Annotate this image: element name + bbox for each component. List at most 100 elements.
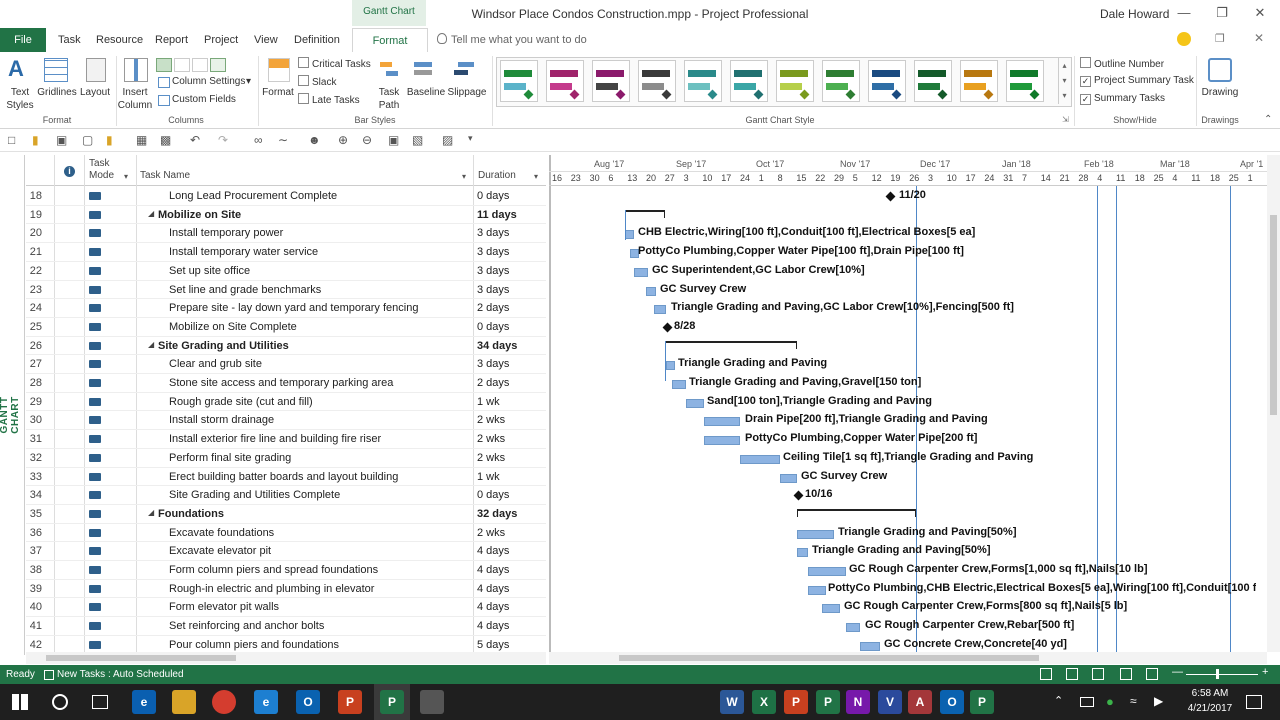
gantt-style-swatch[interactable]	[684, 60, 722, 102]
zoom-to-task-icon[interactable]: ▣	[388, 133, 399, 147]
zoom-in-icon[interactable]: +	[1262, 666, 1268, 678]
chevron-down-icon[interactable]: ▾	[246, 76, 251, 87]
task-name[interactable]: Rough-in electric and plumbing in elevat…	[169, 583, 374, 595]
tab-project[interactable]: Project	[204, 28, 238, 52]
collapse-triangle-icon[interactable]: ◢	[148, 340, 154, 349]
gantt-task-bar[interactable]	[625, 230, 634, 240]
task-name[interactable]: Foundations	[158, 508, 224, 520]
table-row[interactable]	[26, 524, 546, 543]
insert-column-button[interactable]: Insert Column	[116, 86, 154, 112]
collapse-triangle-icon[interactable]: ◢	[148, 209, 154, 218]
outline-number-checkbox[interactable]: Outline Number	[1080, 57, 1164, 70]
task-name[interactable]: Excavate foundations	[169, 527, 274, 539]
task-name[interactable]: Site Grading and Utilities Complete	[169, 489, 340, 501]
zoom-out-icon[interactable]: ⊖	[362, 133, 372, 147]
baseline-button[interactable]: Baseline	[406, 86, 446, 99]
gantt-style-swatch[interactable]	[500, 60, 538, 102]
align-center-icon[interactable]	[174, 58, 190, 72]
task-duration[interactable]: 3 days	[477, 358, 509, 370]
zoom-entire-project-icon[interactable]: ▧	[412, 133, 423, 147]
chevron-up-icon[interactable]: ⌃	[1054, 694, 1063, 707]
column-header-duration[interactable]: Duration	[478, 170, 516, 181]
view-resource-sheet-icon[interactable]	[1120, 668, 1132, 680]
battery-icon[interactable]	[1080, 697, 1094, 707]
task-name[interactable]: Install exterior fire line and building …	[169, 433, 381, 445]
new-tasks-mode[interactable]: New Tasks : Auto Scheduled	[57, 669, 184, 680]
print-preview-icon[interactable]: ▦	[136, 133, 147, 147]
gantt-task-bar[interactable]	[704, 436, 740, 446]
task-duration[interactable]: 0 days	[477, 190, 509, 202]
collapse-triangle-icon[interactable]: ◢	[148, 508, 154, 517]
slack-checkbox[interactable]: Slack	[298, 75, 336, 88]
ie-icon[interactable]: e	[254, 690, 278, 714]
task-name[interactable]: Excavate elevator pit	[169, 545, 271, 557]
task-duration[interactable]: 2 days	[477, 377, 509, 389]
table-row[interactable]	[26, 355, 546, 374]
close-file-icon[interactable]: ✕	[1254, 31, 1264, 45]
task-name[interactable]: Site Grading and Utilities	[158, 340, 289, 352]
volume-icon[interactable]: ▶	[1154, 694, 1163, 708]
smiley-feedback-icon[interactable]	[1177, 32, 1191, 46]
task-name[interactable]: Perform final site grading	[169, 452, 291, 464]
task-name[interactable]: Form column piers and spread foundations	[169, 564, 378, 576]
collapse-ribbon-icon[interactable]: ⌃	[1264, 114, 1272, 125]
task-duration[interactable]: 3 days	[477, 265, 509, 277]
gantt-task-bar[interactable]	[634, 267, 648, 277]
snipping-tool-icon[interactable]	[420, 690, 444, 714]
zoom-in-icon[interactable]: ⊕	[338, 133, 348, 147]
format-bar-button[interactable]: Format	[260, 86, 296, 99]
view-team-planner-icon[interactable]	[1092, 668, 1104, 680]
view-report-icon[interactable]	[1146, 668, 1158, 680]
chart-horizontal-scrollbar[interactable]	[549, 652, 1267, 664]
zoom-slider[interactable]	[1186, 674, 1258, 675]
assign-resources-icon[interactable]: ☻	[308, 133, 321, 147]
drawing-button[interactable]: Drawing	[1198, 86, 1242, 99]
custom-fields-button[interactable]: Custom Fields	[172, 94, 236, 105]
task-duration[interactable]: 2 wks	[477, 433, 505, 445]
gantt-task-bar[interactable]	[666, 361, 675, 371]
task-duration[interactable]: 32 days	[477, 508, 517, 520]
gantt-style-swatch[interactable]	[638, 60, 676, 102]
task-name[interactable]: Install temporary water service	[169, 246, 318, 258]
task-name[interactable]: Rough grade site (cut and fill)	[169, 396, 313, 408]
task-name[interactable]: Install storm drainage	[169, 414, 274, 426]
table-row[interactable]	[26, 505, 546, 524]
column-header-task-name[interactable]: Task Name	[140, 170, 190, 181]
link-tasks-icon[interactable]: ∞	[254, 133, 263, 147]
project-icon[interactable]: P	[970, 690, 994, 714]
summary-tasks-checkbox[interactable]: ✓ Summary Tasks	[1080, 93, 1165, 105]
task-duration[interactable]: 1 wk	[477, 471, 500, 483]
unlink-tasks-icon[interactable]: ∼	[278, 133, 288, 147]
wifi-icon[interactable]: ≈	[1130, 694, 1137, 708]
task-duration[interactable]: 11 days	[477, 209, 517, 221]
user-name[interactable]: Dale Howard	[1100, 7, 1169, 21]
vertical-scrollbar[interactable]	[1267, 155, 1280, 652]
table-horizontal-scrollbar[interactable]	[26, 652, 546, 664]
wrap-text-icon[interactable]	[210, 58, 226, 72]
task-name[interactable]: Set line and grade benchmarks	[169, 284, 321, 296]
gantt-style-swatch[interactable]	[776, 60, 814, 102]
gantt-task-bar[interactable]	[860, 641, 880, 651]
task-duration[interactable]: 4 days	[477, 601, 509, 613]
print-icon[interactable]: ▩	[160, 133, 171, 147]
task-name[interactable]: Long Lead Procurement Complete	[169, 190, 337, 202]
layout-button[interactable]: Layout	[78, 86, 112, 99]
gantt-task-bar[interactable]	[704, 417, 740, 427]
project-icon[interactable]: P	[816, 690, 840, 714]
action-center-icon[interactable]	[1246, 695, 1262, 709]
table-row[interactable]	[26, 262, 546, 281]
task-name[interactable]: Set reinforcing and anchor bolts	[169, 620, 324, 632]
tab-format[interactable]: Format	[352, 28, 428, 54]
task-duration[interactable]: 34 days	[477, 340, 517, 352]
task-duration[interactable]: 1 wk	[477, 396, 500, 408]
task-name[interactable]: Erect building batter boards and layout …	[169, 471, 398, 483]
close-icon[interactable]: ✕	[1248, 4, 1272, 24]
gantt-task-bar[interactable]	[808, 585, 826, 595]
tab-file[interactable]: File	[0, 28, 46, 52]
filter-dropdown-icon[interactable]: ▾	[462, 172, 466, 181]
project-summary-task-checkbox[interactable]: ✓ Project Summary Task	[1080, 75, 1194, 87]
gantt-summary-bar[interactable]	[625, 209, 665, 212]
gantt-task-bar[interactable]	[808, 567, 846, 576]
task-name[interactable]: Form elevator pit walls	[169, 601, 279, 613]
task-duration[interactable]: 3 days	[477, 227, 509, 239]
